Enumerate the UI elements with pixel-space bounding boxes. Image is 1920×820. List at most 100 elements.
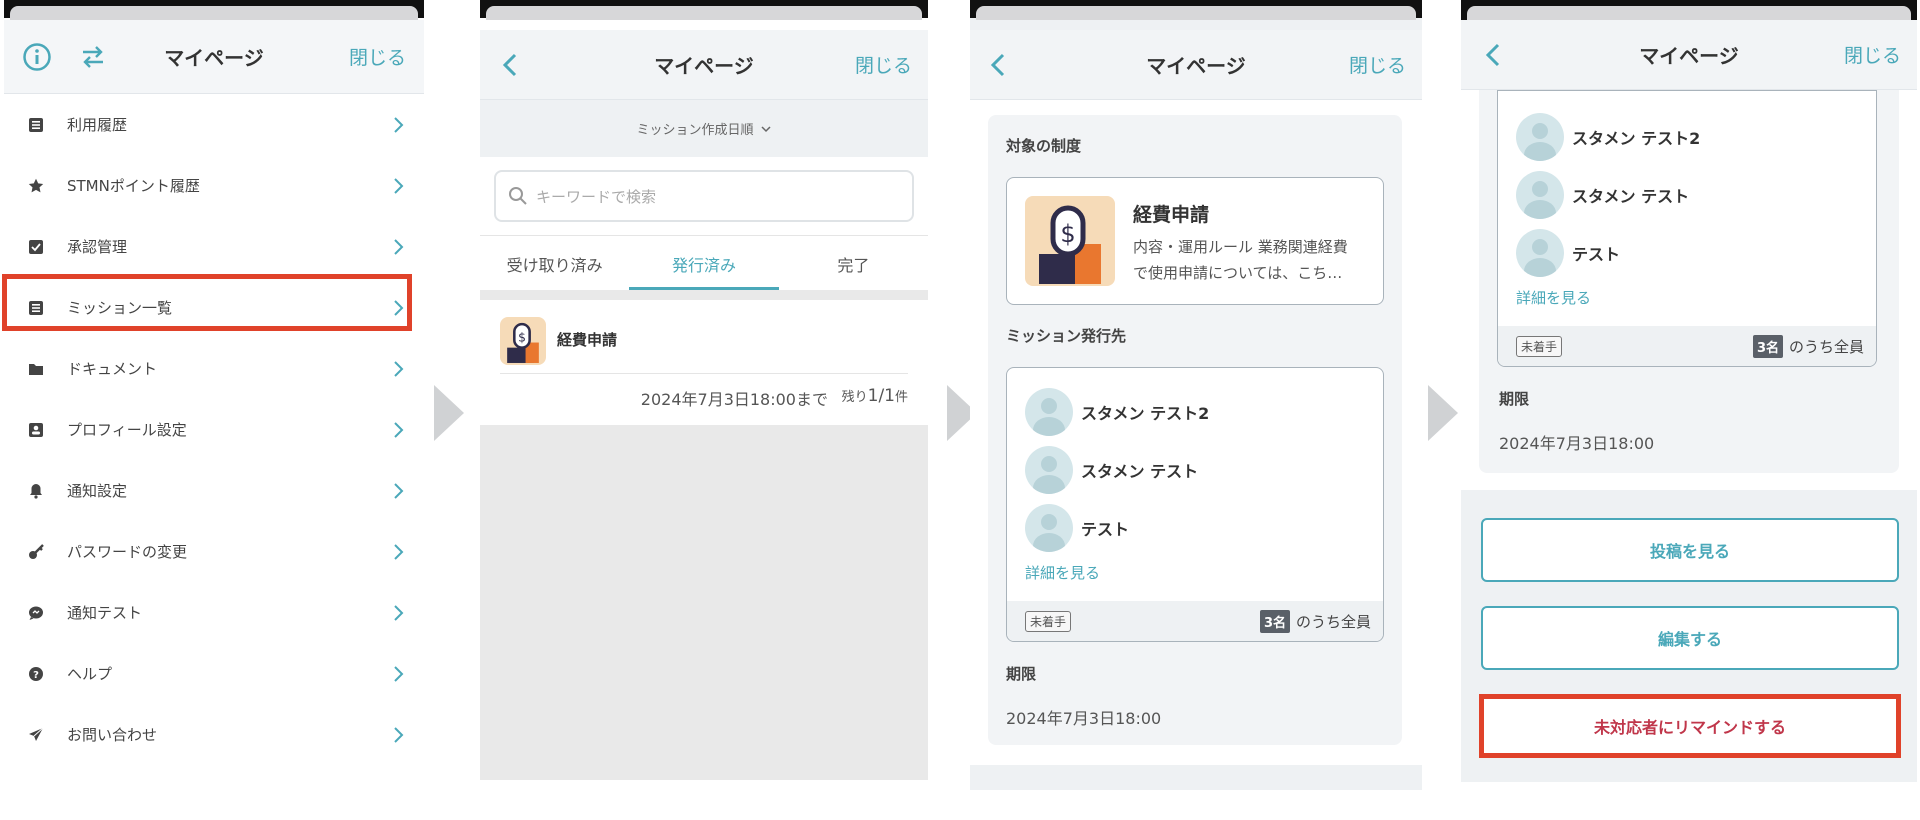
count-badge: 3名 — [1259, 609, 1290, 633]
menu-item[interactable]: 通知テスト — [4, 582, 424, 643]
section-title-deadline: 期限 — [1006, 665, 1037, 683]
chevron-down-icon — [760, 125, 771, 132]
tab-completed[interactable]: 完了 — [779, 236, 928, 290]
search-icon — [509, 187, 527, 205]
avatar — [1516, 113, 1564, 161]
key-icon — [29, 543, 44, 559]
avatar — [1516, 229, 1564, 277]
page-title: マイページ — [1639, 44, 1739, 68]
status-bar — [970, 0, 1422, 20]
page-title: マイページ — [1146, 54, 1246, 78]
tab-bar: 受け取り済み 発行済み 完了 — [480, 235, 928, 290]
avatar — [1516, 171, 1564, 219]
back-chevron-icon[interactable] — [1481, 42, 1507, 68]
remaining-value: 1/1 — [867, 386, 895, 406]
person-row: スタメン テスト — [1025, 446, 1198, 494]
menu-item[interactable]: パスワードの変更 — [4, 521, 424, 582]
bell-icon — [30, 483, 42, 499]
search-input[interactable]: キーワードで検索 — [494, 170, 914, 222]
close-button[interactable]: 閉じる — [349, 43, 406, 70]
tab-received[interactable]: 受け取り済み — [480, 236, 629, 290]
system-thumbnail: $ — [1025, 196, 1115, 286]
screen-mypage-menu: マイページ 閉じる 利用履歴 STMNポイント履歴 承認管理 ミッション一覧 ドキュメン… — [4, 0, 424, 790]
section-title-deadline: 期限 — [1499, 390, 1530, 408]
highlight-box — [1479, 694, 1901, 758]
screen-mission-detail: マイページ 閉じる 対象の制度 $ 経費申請 内容・運用ルール 業務関連経費 で… — [970, 0, 1422, 790]
details-link[interactable]: 詳細を見る — [1025, 562, 1100, 583]
view-posts-button[interactable]: 投稿を見る — [1481, 518, 1899, 582]
deadline-value: 2024年7月3日18:00 — [1006, 709, 1162, 728]
person-name: スタメン テスト — [1572, 187, 1690, 206]
screen-mission-list: マイページ 閉じる ミッション作成日順 キーワードで検索 受け取り済み 発行済み… — [480, 0, 928, 780]
list-item[interactable]: $ 経費申請 2024年7月3日18:00まで 残り1/1件 — [480, 300, 928, 425]
menu-item[interactable]: プロフィール設定 — [4, 399, 424, 460]
svg-text:$: $ — [1060, 220, 1075, 248]
info-icon[interactable] — [22, 42, 52, 72]
chat-bubble-icon — [29, 606, 43, 620]
menu-item[interactable]: STMNポイント履歴 — [4, 155, 424, 216]
back-chevron-icon[interactable] — [498, 52, 524, 78]
deadline-value: 2024年7月3日18:00 — [1499, 434, 1655, 453]
person-name: スタメン テスト — [1081, 462, 1199, 481]
mission-name: 経費申請 — [557, 331, 618, 349]
person-name: テスト — [1572, 245, 1621, 264]
close-button[interactable]: 閉じる — [1844, 41, 1901, 68]
status-badge: 未着手 — [1025, 610, 1072, 632]
menu-item[interactable]: 通知設定 — [4, 460, 424, 521]
send-icon — [29, 727, 44, 741]
svg-text:?: ? — [33, 670, 39, 681]
status-footer: 未着手 3名 のうち全員 — [1007, 601, 1383, 641]
status-bar — [480, 0, 928, 20]
header: マイページ 閉じる — [4, 20, 424, 94]
flow-arrow-icon — [1428, 385, 1458, 441]
menu-item[interactable]: 承認管理 — [4, 216, 424, 277]
completion-count: 3名 のうち全員 — [1259, 609, 1371, 633]
chevron-right-icon — [394, 177, 404, 194]
money-lock-icon: $ — [507, 322, 539, 363]
menu-item[interactable]: ドキュメント — [4, 338, 424, 399]
details-link[interactable]: 詳細を見る — [1516, 287, 1591, 308]
person-name: スタメン テスト2 — [1572, 129, 1701, 148]
chevron-right-icon — [394, 421, 404, 438]
highlight-box — [2, 274, 412, 331]
mission-thumbnail: $ — [500, 317, 546, 365]
menu-item[interactable]: ? ヘルプ — [4, 643, 424, 704]
close-button[interactable]: 閉じる — [855, 51, 912, 78]
chevron-right-icon — [394, 543, 404, 560]
sort-label: ミッション作成日順 — [636, 123, 754, 138]
mission-deadline: 2024年7月3日18:00まで — [640, 390, 828, 409]
person-row: テスト — [1025, 504, 1129, 552]
chevron-right-icon — [394, 116, 404, 133]
remaining-prefix: 残り — [841, 390, 868, 405]
menu-item-label: 通知設定 — [67, 482, 128, 500]
chevron-right-icon — [394, 604, 404, 621]
star-icon — [28, 178, 44, 192]
chevron-right-icon — [394, 665, 404, 682]
status-badge: 未着手 — [1516, 335, 1563, 357]
section-title-target: 対象の制度 — [1006, 137, 1082, 155]
menu-item-label: ヘルプ — [67, 665, 113, 683]
menu-item-label: お問い合わせ — [67, 726, 158, 744]
sort-dropdown[interactable]: ミッション作成日順 — [480, 100, 928, 157]
status-bar — [1461, 0, 1917, 20]
section-title-issued: ミッション発行先 — [1006, 327, 1127, 345]
chevron-right-icon — [394, 360, 404, 377]
edit-button[interactable]: 編集する — [1481, 606, 1899, 670]
header: マイページ 閉じる — [480, 30, 928, 100]
close-button[interactable]: 閉じる — [1349, 51, 1406, 78]
avatar — [1025, 446, 1073, 494]
tab-issued[interactable]: 発行済み — [629, 236, 779, 290]
back-chevron-icon[interactable] — [986, 52, 1012, 78]
person-name: テスト — [1081, 520, 1130, 539]
switch-icon[interactable] — [80, 44, 106, 70]
checkbox-icon — [29, 239, 43, 254]
header: マイページ 閉じる — [970, 30, 1422, 100]
menu-item[interactable]: 利用履歴 — [4, 94, 424, 155]
system-card[interactable]: $ 経費申請 内容・運用ルール 業務関連経費 で使用申請については、こち… — [1006, 177, 1384, 305]
screen-mission-detail-actions: マイページ 閉じる スタメン テスト2 スタメン テスト テスト 詳細を見る 未… — [1461, 0, 1917, 782]
status-bar — [4, 0, 424, 20]
chevron-right-icon — [394, 238, 404, 255]
money-lock-icon: $ — [1039, 205, 1101, 284]
menu-item[interactable]: お問い合わせ — [4, 704, 424, 765]
menu-item-label: 承認管理 — [67, 238, 128, 256]
